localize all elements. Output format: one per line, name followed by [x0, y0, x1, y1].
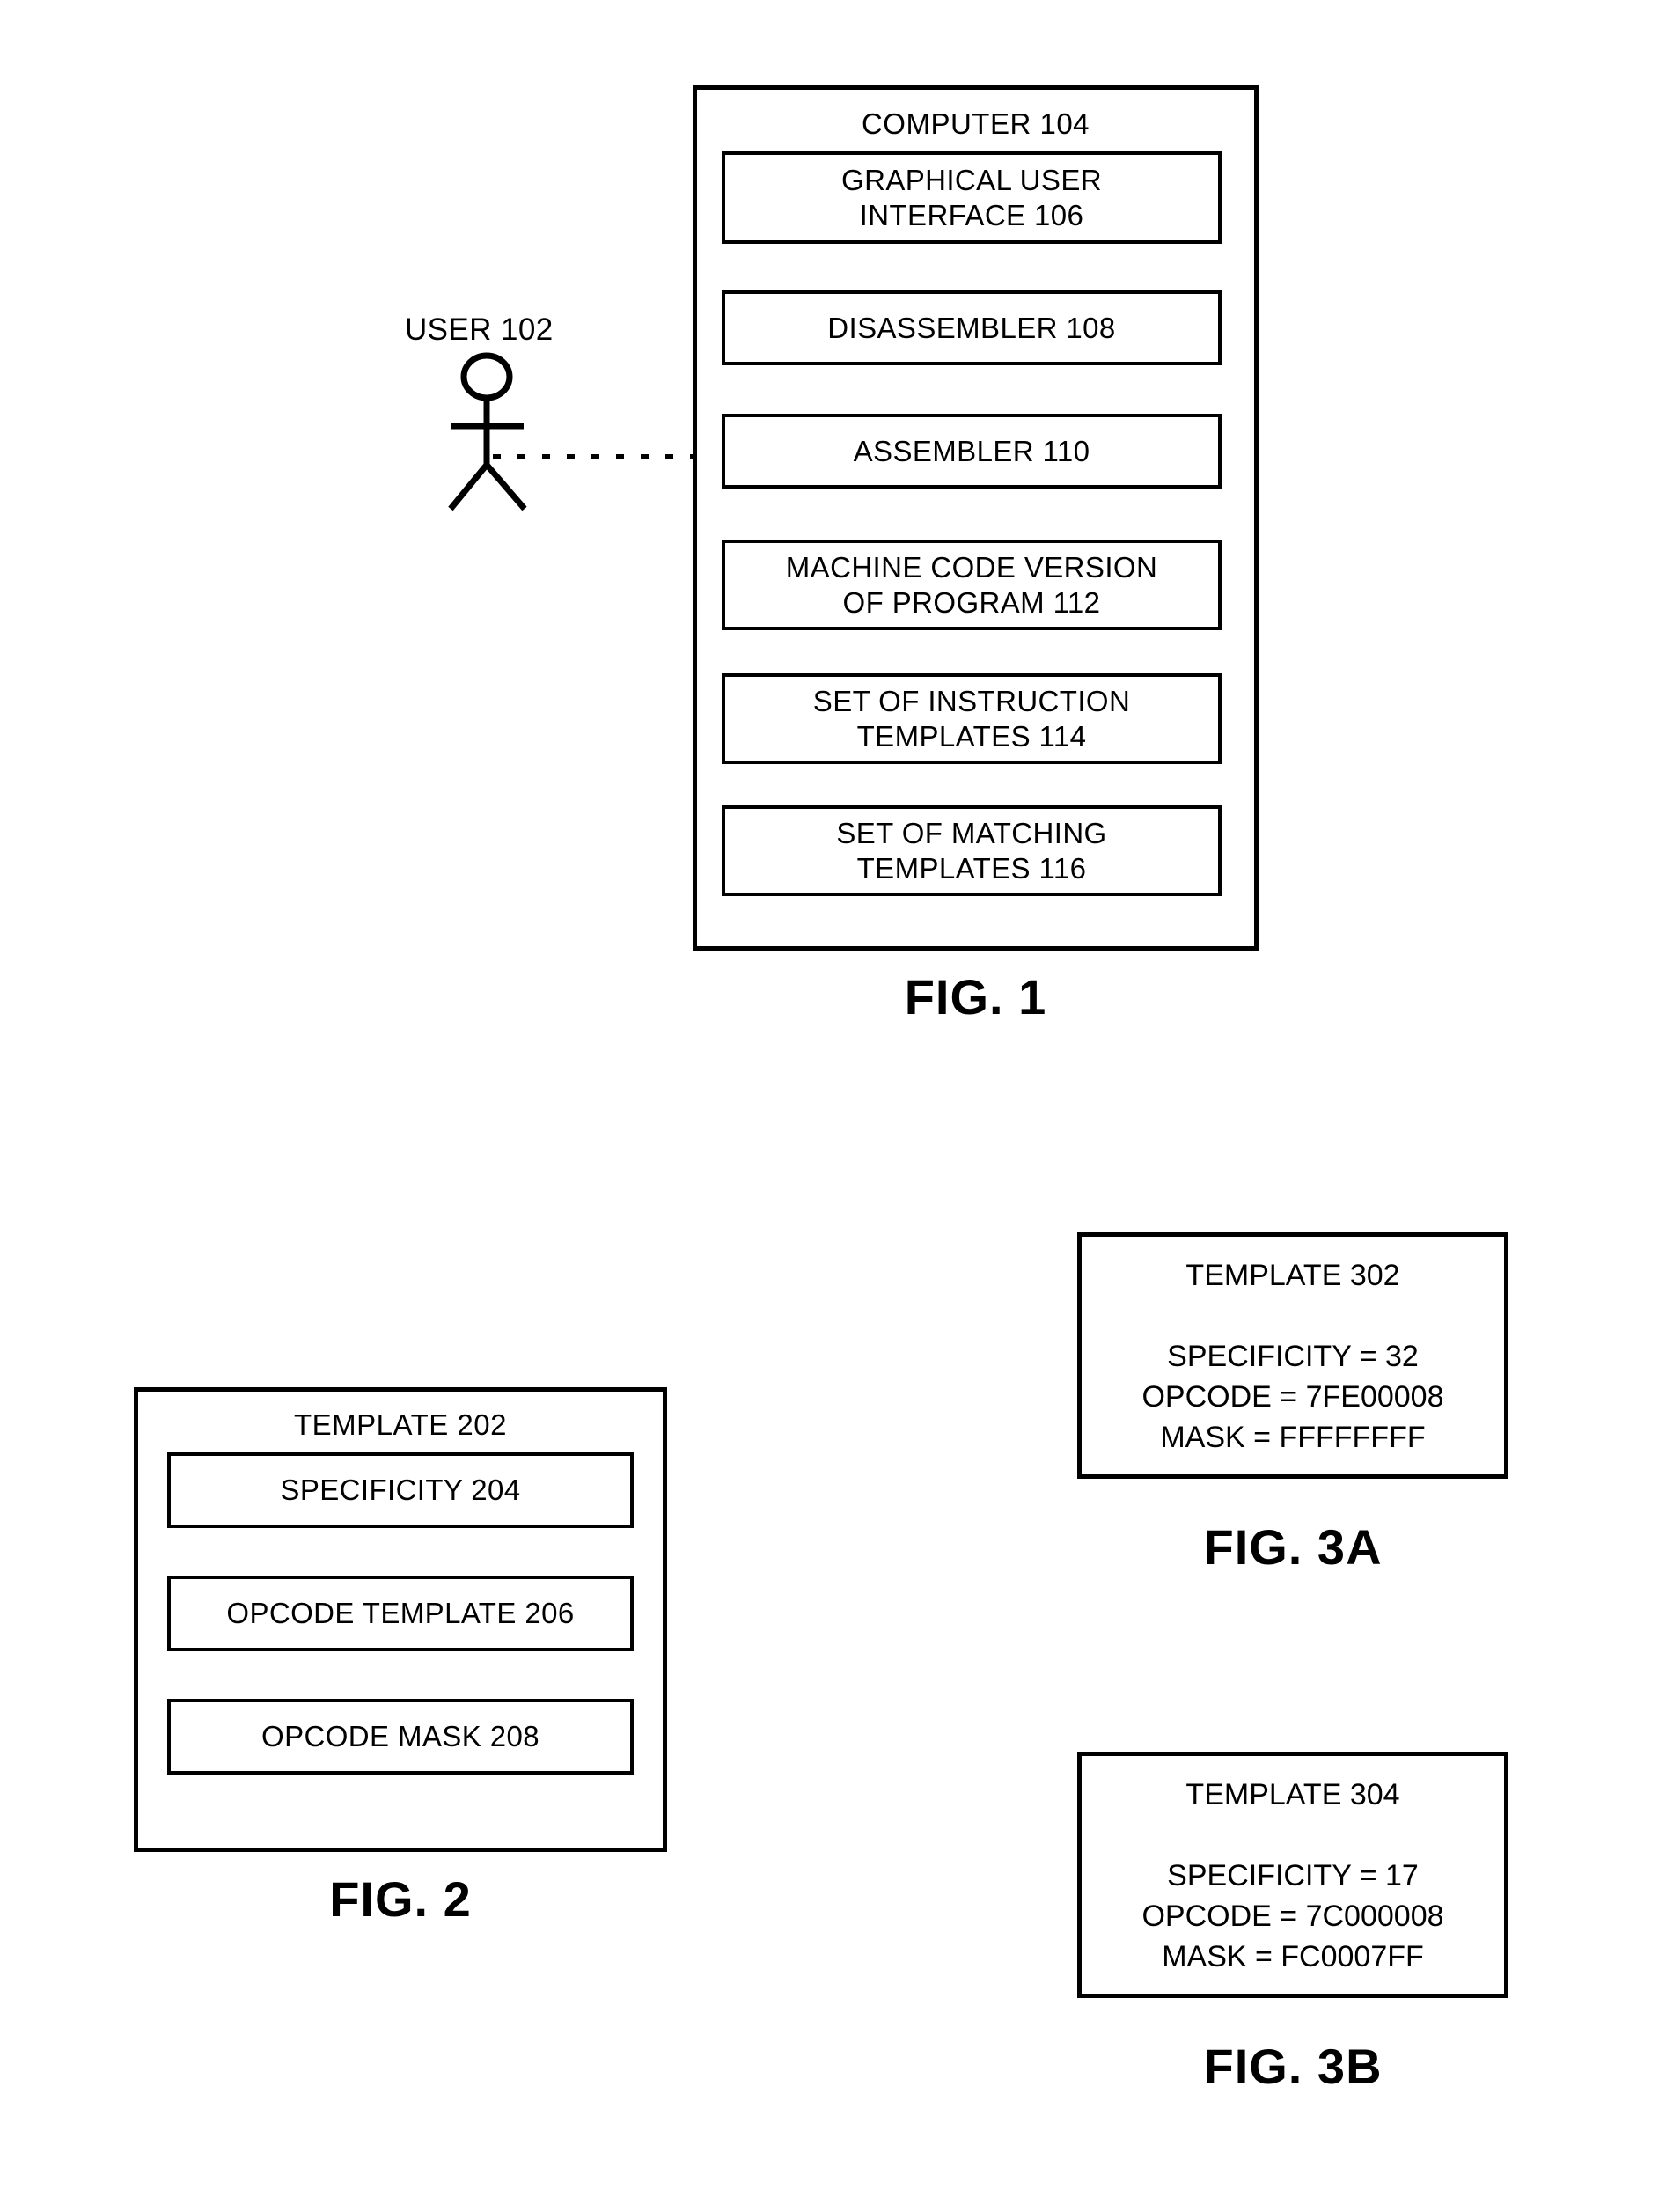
template-304-card: TEMPLATE 304 SPECIFICITY = 17 OPCODE = 7… — [1077, 1752, 1508, 1998]
component-disassembler: DISASSEMBLER 108 — [722, 290, 1222, 365]
template-302-title: TEMPLATE 302 — [1185, 1259, 1400, 1292]
template-302-fields: SPECIFICITY = 32 OPCODE = 7FE00008 MASK … — [1141, 1340, 1444, 1454]
component-label: SET OF INSTRUCTION TEMPLATES 114 — [812, 684, 1131, 753]
component-label: OPCODE MASK 208 — [261, 1720, 539, 1753]
component-label: SET OF MATCHING TEMPLATES 116 — [836, 816, 1107, 885]
component-label: ASSEMBLER 110 — [853, 434, 1090, 467]
figure-3b-caption: FIG. 3B — [1203, 2039, 1383, 2094]
template-302-card: TEMPLATE 302 SPECIFICITY = 32 OPCODE = 7… — [1077, 1232, 1508, 1479]
component-label: OPCODE TEMPLATE 206 — [226, 1597, 575, 1629]
component-specificity-204: SPECIFICITY 204 — [167, 1452, 634, 1528]
template-202-title: TEMPLATE 202 — [294, 1408, 507, 1441]
template-304-fields: SPECIFICITY = 17 OPCODE = 7C000008 MASK … — [1141, 1859, 1444, 1973]
template-304-title: TEMPLATE 304 — [1185, 1778, 1400, 1811]
figure-1-caption: FIG. 1 — [904, 969, 1047, 1025]
component-set-of-matching-templates: SET OF MATCHING TEMPLATES 116 — [722, 805, 1222, 896]
component-assembler: ASSEMBLER 110 — [722, 414, 1222, 489]
component-opcode-template-206: OPCODE TEMPLATE 206 — [167, 1576, 634, 1651]
component-label: MACHINE CODE VERSION OF PROGRAM 112 — [785, 550, 1158, 619]
user-to-computer-connector — [493, 454, 697, 459]
component-set-of-instruction-templates: SET OF INSTRUCTION TEMPLATES 114 — [722, 673, 1222, 764]
component-label: DISASSEMBLER 108 — [827, 311, 1116, 344]
figure-3a-caption: FIG. 3A — [1203, 1519, 1383, 1575]
component-graphical-user-interface: GRAPHICAL USER INTERFACE 106 — [722, 151, 1222, 244]
component-label: SPECIFICITY 204 — [280, 1473, 521, 1506]
computer-title: COMPUTER 104 — [861, 107, 1090, 140]
component-opcode-mask-208: OPCODE MASK 208 — [167, 1699, 634, 1775]
patent-drawing-sheet: USER 102 COMPUTER 104 GRAPHICAL USER INT… — [0, 0, 1666, 2212]
component-machine-code-version-of-program: MACHINE CODE VERSION OF PROGRAM 112 — [722, 540, 1222, 630]
figure-2-caption: FIG. 2 — [329, 1871, 472, 1927]
user-label: USER 102 — [405, 312, 554, 347]
user-actor-icon — [440, 352, 554, 515]
component-label: GRAPHICAL USER INTERFACE 106 — [841, 163, 1102, 231]
